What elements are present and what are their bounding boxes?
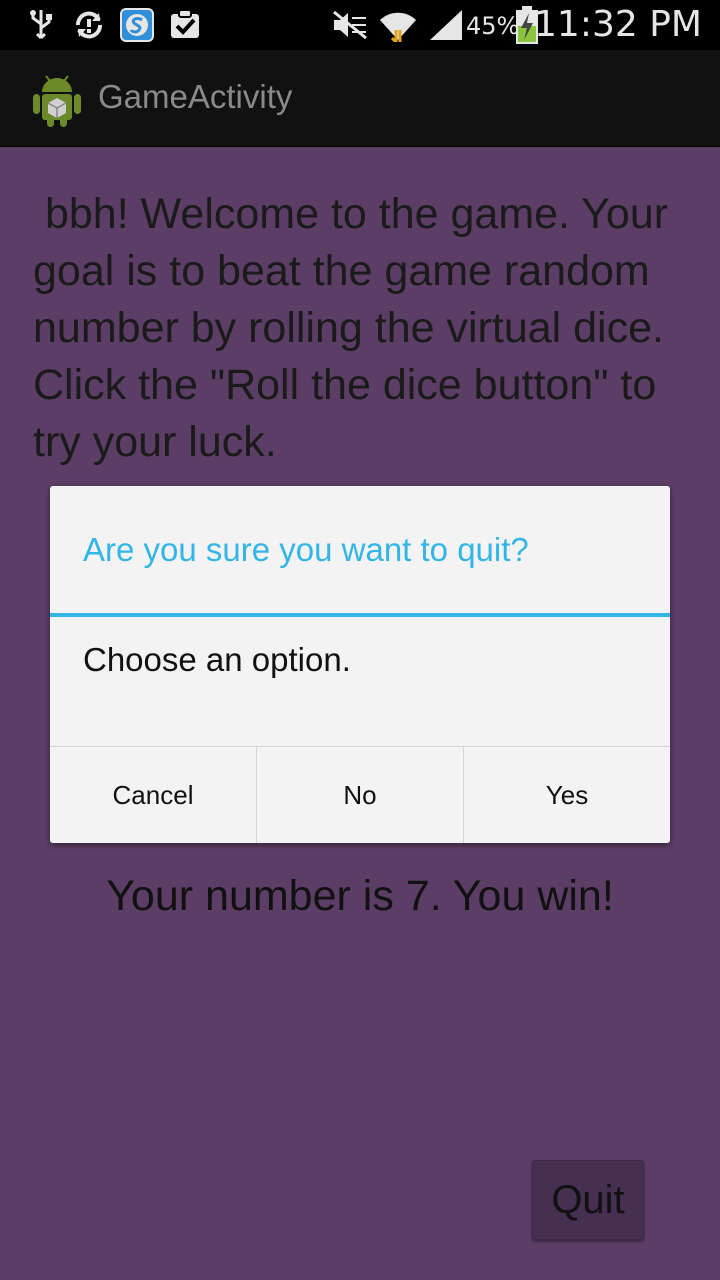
clock: 11:32 PM <box>534 4 702 45</box>
mute-icon <box>330 8 370 42</box>
sync-icon <box>72 8 106 42</box>
yes-button[interactable]: Yes <box>464 747 670 843</box>
wifi-icon <box>378 8 418 42</box>
dialog-message: Choose an option. <box>83 641 351 678</box>
no-button[interactable]: No <box>257 747 464 843</box>
battery-percent: 45% <box>466 12 520 40</box>
dialog-button-bar: Cancel No Yes <box>50 746 670 843</box>
usb-icon <box>28 8 54 42</box>
signal-icon <box>428 8 464 42</box>
clipboard-check-icon <box>168 8 202 42</box>
welcome-message: bbh! Welcome to the game. Your goal is t… <box>33 190 681 466</box>
cancel-button[interactable]: Cancel <box>50 747 257 843</box>
action-bar: GameActivity <box>0 50 720 147</box>
android-icon[interactable] <box>30 68 84 128</box>
s-app-icon <box>120 8 154 42</box>
result-message: Your number is 7. You win! <box>106 872 614 920</box>
dialog-title: Are you sure you want to quit? <box>83 531 529 568</box>
app-title: GameActivity <box>98 78 293 115</box>
quit-button[interactable]: Quit <box>532 1160 644 1240</box>
quit-dialog: Are you sure you want to quit? Choose an… <box>50 486 670 843</box>
status-bar: 45% 11:32 PM <box>0 0 720 50</box>
screen: 45% 11:32 PM GameActivity bbh! Welcome t… <box>0 0 720 1280</box>
dialog-divider <box>50 613 670 617</box>
